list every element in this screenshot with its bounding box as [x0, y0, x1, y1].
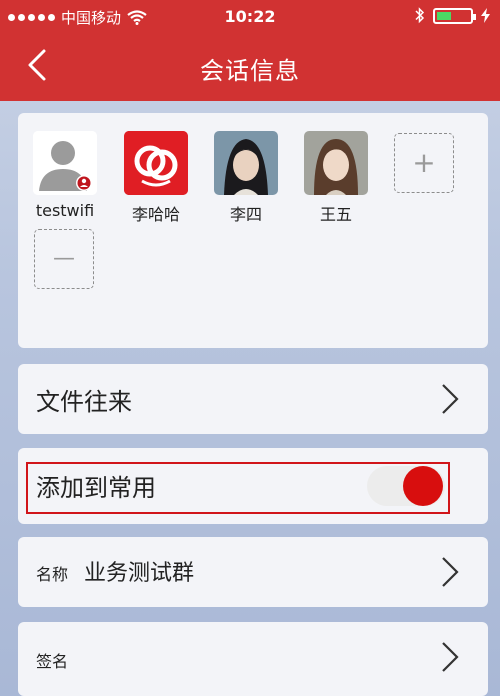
member-name: 李四	[229, 205, 262, 224]
group-name-label: 名称	[36, 565, 69, 584]
chevron-right-icon	[442, 642, 459, 672]
add-member-button[interactable]: +	[394, 133, 454, 193]
toggle-knob	[403, 466, 443, 506]
files-row[interactable]: 文件往来	[18, 364, 488, 434]
bluetooth-icon	[415, 7, 425, 24]
member-name: 王五	[319, 205, 352, 224]
members-panel: testwifi 李哈哈 李四 王五 + —	[18, 113, 488, 348]
group-name-value: 业务测试群	[84, 561, 195, 586]
battery-icon	[433, 7, 476, 24]
signature-label: 签名	[36, 652, 69, 671]
chevron-right-icon	[442, 557, 459, 587]
app-logo-avatar	[124, 131, 188, 195]
member-item[interactable]: 李四	[209, 131, 283, 225]
navigation-bar: 会话信息	[0, 33, 500, 101]
signature-row[interactable]: 签名	[18, 622, 488, 696]
default-user-avatar	[33, 131, 97, 195]
character-portrait-avatar	[214, 131, 278, 195]
member-name: testwifi	[35, 201, 95, 220]
plus-icon: +	[412, 146, 436, 179]
files-label: 文件往来	[36, 388, 132, 416]
favorite-toggle[interactable]	[367, 466, 445, 506]
chevron-right-icon	[442, 384, 459, 414]
minus-icon: —	[53, 246, 75, 271]
status-bar: 中国移动 10:22	[0, 0, 500, 33]
group-name-row[interactable]: 名称 业务测试群	[18, 537, 488, 607]
member-item[interactable]: 王五	[299, 131, 373, 225]
member-item[interactable]: 李哈哈	[119, 131, 193, 225]
charging-icon	[481, 8, 490, 23]
member-name: 李哈哈	[131, 205, 180, 224]
page-title: 会话信息	[200, 57, 300, 85]
remove-member-button[interactable]: —	[34, 229, 94, 289]
member-item[interactable]: testwifi	[28, 131, 102, 220]
character-portrait-avatar	[304, 131, 368, 195]
